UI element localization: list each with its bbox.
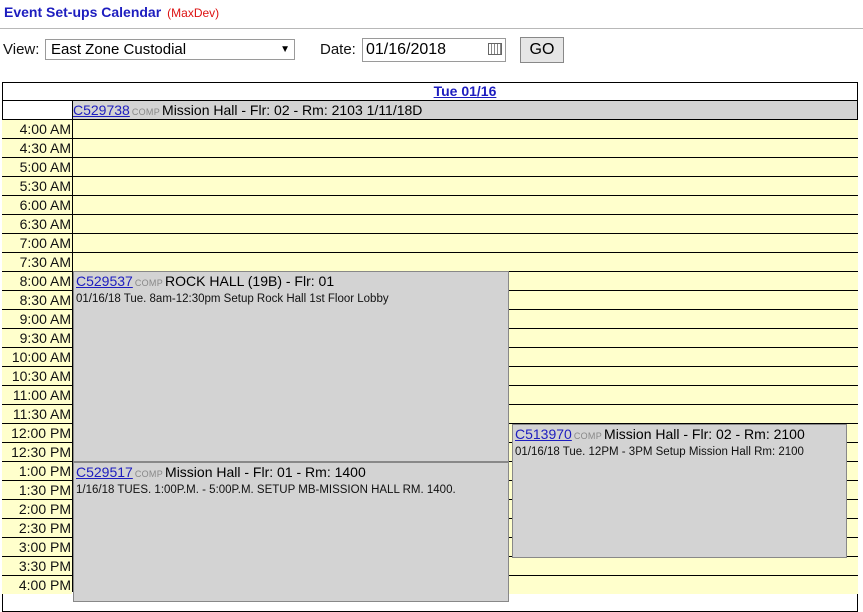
chevron-down-icon: ▼ <box>280 44 290 55</box>
event-description: 01/16/18 Tue. 8am-12:30pm Setup Rock Hal… <box>76 293 389 305</box>
environment-label: (MaxDev) <box>167 6 220 20</box>
event-title: Mission Hall - Flr: 01 - Rm: 1400 <box>165 464 366 480</box>
event-code-link[interactable]: C529738 <box>73 102 130 118</box>
time-label: 1:00 PM <box>2 462 72 480</box>
time-label: 1:30 PM <box>2 481 72 499</box>
event-description: 01/16/18 Tue. 12PM - 3PM Setup Mission H… <box>515 446 804 458</box>
time-label: 9:00 AM <box>2 310 72 328</box>
event-code-link[interactable]: C513970 <box>515 426 572 442</box>
time-row: 7:30 AM <box>2 252 858 271</box>
time-label: 7:00 AM <box>2 234 72 252</box>
event-title: Mission Hall - Flr: 02 - Rm: 2103 1/11/1… <box>162 102 423 118</box>
day-link[interactable]: Tue 01/16 <box>434 83 497 99</box>
time-label: 7:30 AM <box>2 253 72 271</box>
time-label: 6:00 AM <box>2 196 72 214</box>
event-title: Mission Hall - Flr: 02 - Rm: 2100 <box>604 426 805 442</box>
time-row: 5:00 AM <box>2 157 858 176</box>
time-label: 4:00 PM <box>2 576 72 594</box>
time-label: 11:00 AM <box>2 386 72 404</box>
time-label: 12:30 PM <box>2 443 72 461</box>
time-label: 12:00 PM <box>2 424 72 442</box>
event-title: ROCK HALL (19B) - Flr: 01 <box>165 273 335 289</box>
page-header: Event Set-ups Calendar (MaxDev) <box>4 4 219 22</box>
time-label: 3:30 PM <box>2 557 72 575</box>
time-label: 4:30 AM <box>2 139 72 157</box>
time-slot[interactable] <box>73 196 858 214</box>
time-label: 10:00 AM <box>2 348 72 366</box>
page-title: Event Set-ups Calendar <box>4 4 162 20</box>
time-row: 6:00 AM <box>2 195 858 214</box>
time-row: 4:30 AM <box>2 138 858 157</box>
time-slot[interactable] <box>73 215 858 233</box>
time-row: 7:00 AM <box>2 233 858 252</box>
time-label: 11:30 AM <box>2 405 72 423</box>
header-divider <box>0 28 863 29</box>
time-row: 6:30 AM <box>2 214 858 233</box>
view-select-value: East Zone Custodial <box>51 41 187 58</box>
all-day-event: C529738 COMP Mission Hall - Flr: 02 - Rm: … <box>73 101 857 119</box>
event-tag: COMP <box>131 107 161 117</box>
time-label: 5:00 AM <box>2 158 72 176</box>
time-label: 8:00 AM <box>2 272 72 290</box>
date-value: 01/16/2018 <box>366 41 447 58</box>
time-slot[interactable] <box>73 177 858 195</box>
time-slot[interactable] <box>73 158 858 176</box>
day-header: Tue 01/16 <box>72 82 858 100</box>
time-label: 3:00 PM <box>2 538 72 556</box>
time-label: 4:00 AM <box>2 120 72 138</box>
event-tag: COMP <box>134 278 164 288</box>
view-select[interactable]: East Zone Custodial ▼ <box>45 39 295 60</box>
time-row: 5:30 AM <box>2 176 858 195</box>
event-block[interactable]: C513970 COMP Mission Hall - Flr: 02 - Rm: … <box>512 424 847 558</box>
calendar-icon[interactable] <box>488 43 502 55</box>
go-button[interactable]: GO <box>520 37 564 63</box>
event-tag: COMP <box>134 469 164 479</box>
time-slot[interactable] <box>73 120 858 138</box>
time-row: 4:00 AM <box>2 119 858 138</box>
time-slot[interactable] <box>73 139 858 157</box>
event-tag: COMP <box>573 431 603 441</box>
event-block[interactable]: C529517 COMP Mission Hall - Flr: 01 - Rm: … <box>73 462 509 602</box>
time-label: 2:30 PM <box>2 519 72 537</box>
time-label: 5:30 AM <box>2 177 72 195</box>
time-label: 9:30 AM <box>2 329 72 347</box>
view-label: View: <box>3 41 40 58</box>
event-block[interactable]: C529537 COMP ROCK HALL (19B) - Flr: 01 01/… <box>73 271 509 462</box>
time-label: 6:30 AM <box>2 215 72 233</box>
date-input[interactable]: 01/16/2018 <box>362 38 506 62</box>
event-code-link[interactable]: C529517 <box>76 464 133 480</box>
time-label: 2:00 PM <box>2 500 72 518</box>
time-slot[interactable] <box>73 253 858 271</box>
event-code-link[interactable]: C529537 <box>76 273 133 289</box>
date-label: Date: <box>320 41 356 58</box>
time-slot[interactable] <box>73 234 858 252</box>
time-label: 8:30 AM <box>2 291 72 309</box>
time-label: 10:30 AM <box>2 367 72 385</box>
event-description: 1/16/18 TUES. 1:00P.M. - 5:00P.M. SETUP … <box>76 484 456 496</box>
